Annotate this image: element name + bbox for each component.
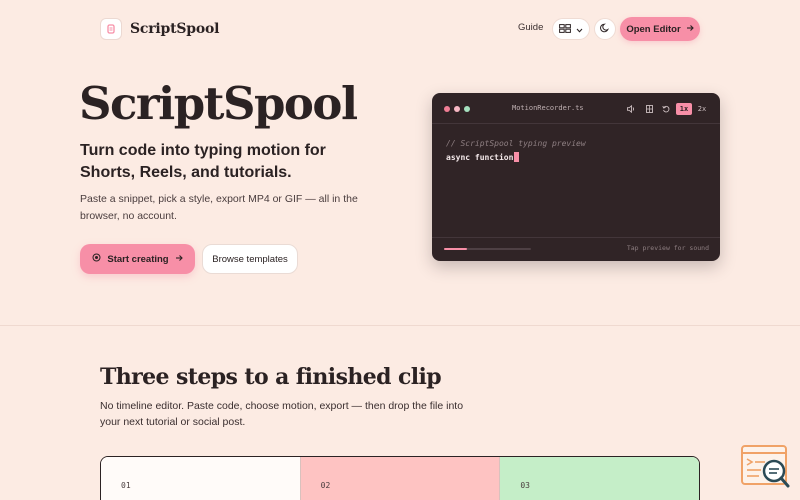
step-card-2: 02 <box>299 457 500 500</box>
code-typed-text: async function <box>446 152 514 162</box>
code-typed-line: async function <box>446 152 520 162</box>
grid-layout-icon <box>559 20 571 38</box>
playback-progress-fill <box>444 248 467 250</box>
typing-caret <box>514 152 520 162</box>
code-comment-line: // ScriptSpool typing preview <box>446 139 586 148</box>
window-dot-green <box>464 106 470 112</box>
section-divider <box>0 325 800 326</box>
moon-icon <box>600 20 610 38</box>
chevron-down-icon <box>576 20 583 38</box>
brand-link[interactable]: ScriptSpool <box>100 17 219 41</box>
open-editor-label: Open Editor <box>626 23 681 35</box>
steps-cards: 01 02 03 <box>100 456 700 500</box>
arrow-right-icon <box>175 254 183 265</box>
step-card-1: 01 <box>101 457 300 500</box>
code-search-widget-icon[interactable] <box>741 444 791 492</box>
window-dot-red <box>444 106 450 112</box>
volume-icon[interactable] <box>625 103 637 115</box>
page: ScriptSpool Guide Open Editor ScriptSpoo… <box>0 0 800 500</box>
step-number: 02 <box>320 481 331 490</box>
theme-toggle-button[interactable] <box>594 18 616 40</box>
hero-title: ScriptSpool <box>79 77 358 130</box>
preview-filename: MotionRecorder.ts <box>512 104 584 112</box>
hero-description: Paste a snippet, pick a style, export MP… <box>80 193 358 222</box>
site-header: ScriptSpool Guide Open Editor <box>0 0 800 58</box>
open-editor-button[interactable]: Open Editor <box>620 17 700 41</box>
layout-switcher-button[interactable] <box>552 18 590 40</box>
speed-1x-button[interactable]: 1x <box>676 103 692 115</box>
steps-title: Three steps to a finished clip <box>100 364 442 390</box>
browse-templates-label: Browse templates <box>212 253 288 265</box>
playback-progress-bar[interactable] <box>444 248 531 250</box>
record-icon <box>92 253 101 265</box>
step-number: 01 <box>121 481 131 490</box>
preview-title-bar: MotionRecorder.ts 1x 2x <box>432 93 720 124</box>
start-creating-button[interactable]: Start creating <box>80 244 195 274</box>
tap-for-sound-hint: Tap preview for sound <box>626 244 709 252</box>
steps-description: No timeline editor. Paste code, choose m… <box>100 400 464 428</box>
hero-subtitle: Turn code into typing motion for Shorts,… <box>80 142 326 181</box>
spool-logo-icon <box>100 18 122 40</box>
browse-templates-button[interactable]: Browse templates <box>202 244 298 274</box>
start-creating-label: Start creating <box>107 253 169 265</box>
nav-guide-link[interactable]: Guide <box>518 22 543 33</box>
typing-preview-window[interactable]: MotionRecorder.ts 1x 2x // ScriptSpool t… <box>432 93 720 261</box>
preview-footer: Tap preview for sound <box>432 237 720 261</box>
brand-name: ScriptSpool <box>130 21 220 37</box>
window-dot-pink <box>454 106 460 112</box>
replay-icon[interactable] <box>660 103 672 115</box>
step-card-3: 03 <box>499 457 699 500</box>
arrow-right-icon <box>686 24 694 35</box>
speed-2x-button[interactable]: 2x <box>695 103 709 115</box>
grid-icon[interactable] <box>643 103 655 115</box>
step-number: 03 <box>520 481 530 490</box>
